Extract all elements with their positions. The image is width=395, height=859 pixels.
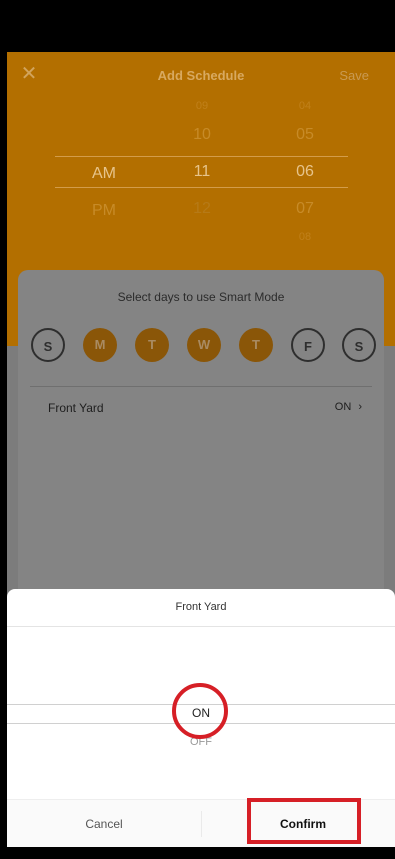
- time-picker[interactable]: AM PM 09 10 11 12 04 05 06 07 08: [7, 96, 395, 246]
- top-bar: ✕ Add Schedule Save: [7, 52, 395, 96]
- app-frame: ✕ Add Schedule Save AM PM 09 10 11 12 04…: [7, 0, 395, 859]
- day-toggle-tuesday[interactable]: T: [135, 328, 169, 362]
- page-title: Add Schedule: [157, 68, 245, 83]
- zone-state: ON: [334, 401, 352, 413]
- day-toggle-thursday[interactable]: T: [239, 328, 273, 362]
- minute-item[interactable]: 08: [275, 227, 335, 247]
- zone-value[interactable]: ON ›: [335, 401, 362, 413]
- days-caption: Select days to use Smart Mode: [117, 290, 285, 304]
- hour-item[interactable]: 12: [172, 190, 232, 227]
- chevron-right-icon: ›: [358, 401, 362, 413]
- zone-label[interactable]: Front Yard: [48, 401, 104, 415]
- button-divider: [201, 811, 202, 837]
- day-toggle-monday[interactable]: M: [83, 328, 117, 362]
- ampm-column[interactable]: AM PM: [74, 96, 134, 229]
- sheet-title: Front Yard: [175, 601, 227, 613]
- minute-column[interactable]: 04 05 06 07 08: [275, 96, 335, 247]
- sheet-divider: [7, 626, 395, 627]
- save-button[interactable]: Save: [339, 68, 369, 83]
- schedule-card: Select days to use Smart Mode S M T W T …: [18, 270, 384, 600]
- bottom-sheet: Front Yard ON OFF Cancel Confirm: [7, 589, 395, 848]
- navigation-bar: [7, 847, 395, 859]
- minute-item-selected[interactable]: 06: [275, 153, 335, 190]
- status-bar: [7, 0, 395, 52]
- cancel-button[interactable]: Cancel: [7, 817, 201, 831]
- minute-item[interactable]: 05: [275, 116, 335, 153]
- day-toggle-friday[interactable]: F: [291, 328, 325, 362]
- day-toggle-sunday[interactable]: S: [31, 328, 65, 362]
- minute-item[interactable]: 07: [275, 190, 335, 227]
- day-selector: S M T W T F S: [31, 328, 386, 364]
- hour-item[interactable]: 10: [172, 116, 232, 153]
- highlight-rect-annotation: [247, 798, 361, 844]
- hour-item-selected[interactable]: 11: [172, 153, 232, 190]
- ampm-pm[interactable]: PM: [74, 192, 134, 229]
- hour-item[interactable]: 09: [172, 96, 232, 116]
- ampm-blank: [74, 96, 134, 133]
- highlight-circle-annotation: [172, 683, 228, 739]
- hour-column[interactable]: 09 10 11 12: [172, 96, 232, 227]
- ampm-am[interactable]: AM: [74, 155, 134, 192]
- card-divider: [30, 386, 372, 387]
- day-toggle-wednesday[interactable]: W: [187, 328, 221, 362]
- day-toggle-saturday[interactable]: S: [342, 328, 376, 362]
- ampm-spacer: [74, 133, 134, 157]
- minute-item[interactable]: 04: [275, 96, 335, 116]
